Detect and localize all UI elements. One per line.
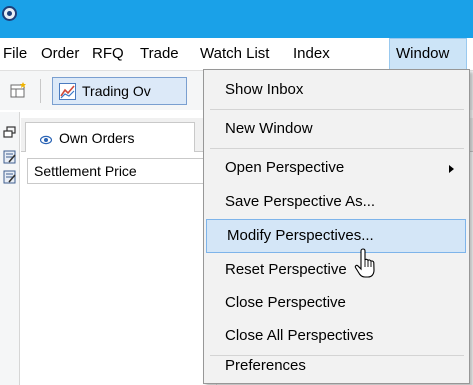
menu-item-show-inbox[interactable]: Show Inbox	[205, 73, 468, 107]
menu-bar: File Order RFQ Trade Watch List Index Wi…	[0, 38, 473, 70]
menu-item-new-window[interactable]: New Window	[205, 112, 468, 146]
restore-icon[interactable]	[3, 126, 17, 140]
trading-perspective-button[interactable]: Trading Ov	[52, 77, 187, 105]
open-perspective-icon[interactable]	[10, 81, 28, 99]
menu-item-open-perspective[interactable]: Open Perspective	[205, 151, 468, 185]
menu-file[interactable]: File	[3, 38, 27, 70]
column-header-settlement-price[interactable]: Settlement Price	[27, 158, 207, 184]
menu-separator	[210, 148, 464, 149]
menu-item-modify-perspectives[interactable]: Modify Perspectives...	[206, 219, 466, 253]
eye-icon	[39, 133, 53, 145]
menu-index[interactable]: Index	[293, 38, 330, 70]
trading-perspective-label: Trading Ov	[82, 83, 151, 99]
app-icon[interactable]	[2, 6, 17, 21]
menu-trade[interactable]: Trade	[140, 38, 179, 70]
menu-item-close-perspective[interactable]: Close Perspective	[205, 286, 468, 320]
menu-order[interactable]: Order	[41, 38, 79, 70]
menu-item-close-all-perspectives[interactable]: Close All Perspectives	[205, 319, 468, 353]
notes-icon[interactable]	[3, 150, 17, 164]
menu-separator	[210, 109, 464, 110]
menu-window[interactable]: Window	[389, 38, 467, 70]
menu-rfq[interactable]: RFQ	[92, 38, 124, 70]
menu-watch-list[interactable]: Watch List	[200, 38, 269, 70]
menu-item-reset-perspective[interactable]: Reset Perspective	[205, 253, 468, 287]
menu-item-save-perspective-as[interactable]: Save Perspective As...	[205, 185, 468, 219]
window-menu-dropdown: Show Inbox New Window Open Perspective S…	[203, 69, 470, 384]
menu-item-open-perspective-label: Open Perspective	[225, 159, 345, 176]
notes-icon[interactable]	[3, 170, 17, 184]
left-trim-bar	[0, 112, 20, 385]
tab-own-orders[interactable]: Own Orders	[25, 122, 195, 153]
title-bar	[0, 0, 473, 38]
column-header-label: Settlement Price	[34, 163, 137, 179]
submenu-arrow-icon	[449, 165, 454, 173]
menu-item-preferences[interactable]: Preferences	[205, 349, 468, 383]
chart-icon	[59, 83, 76, 100]
tab-own-orders-label: Own Orders	[59, 130, 135, 146]
toolbar-separator	[40, 79, 41, 103]
